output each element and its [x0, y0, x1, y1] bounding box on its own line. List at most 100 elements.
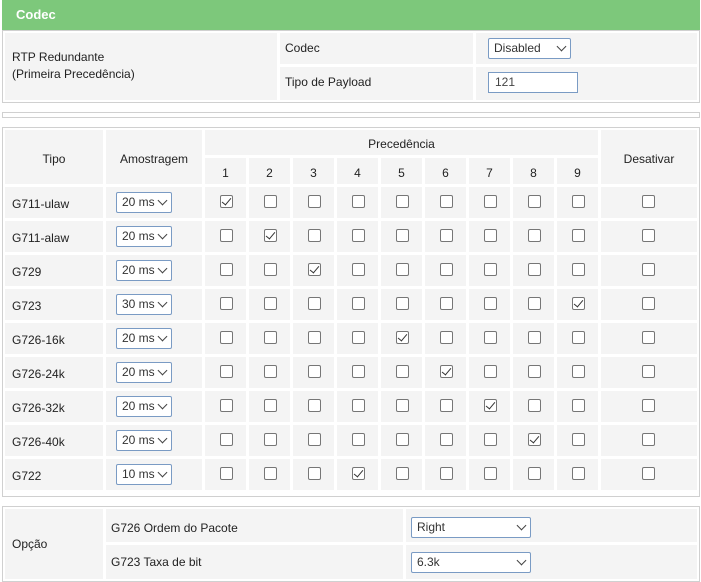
- precedence-checkbox[interactable]: [220, 229, 233, 242]
- precedence-checkbox[interactable]: [440, 399, 453, 412]
- sampling-select[interactable]: 20 ms: [116, 430, 172, 451]
- precedence-checkbox[interactable]: [528, 399, 541, 412]
- sampling-select[interactable]: 20 ms: [116, 260, 172, 281]
- sampling-select[interactable]: 10 ms: [116, 464, 172, 485]
- precedence-checkbox[interactable]: [352, 263, 365, 276]
- precedence-checkbox[interactable]: [264, 399, 277, 412]
- precedence-checkbox[interactable]: [572, 365, 585, 378]
- precedence-checkbox[interactable]: [352, 433, 365, 446]
- precedence-checkbox[interactable]: [308, 365, 321, 378]
- packet-order-select[interactable]: Right: [411, 517, 531, 538]
- precedence-checkbox[interactable]: [484, 365, 497, 378]
- precedence-checkbox[interactable]: [352, 365, 365, 378]
- disable-checkbox[interactable]: [642, 399, 655, 412]
- precedence-checkbox[interactable]: [396, 263, 409, 276]
- precedence-checkbox[interactable]: [220, 467, 233, 480]
- precedence-checkbox[interactable]: [440, 331, 453, 344]
- precedence-checkbox[interactable]: [572, 399, 585, 412]
- bitrate-select[interactable]: 6.3k: [411, 552, 531, 573]
- precedence-checkbox[interactable]: [528, 229, 541, 242]
- precedence-checkbox[interactable]: [572, 433, 585, 446]
- precedence-checkbox[interactable]: [264, 195, 277, 208]
- sampling-select[interactable]: 20 ms: [116, 328, 172, 349]
- precedence-checkbox[interactable]: [440, 365, 453, 378]
- precedence-checkbox[interactable]: [528, 331, 541, 344]
- precedence-checkbox[interactable]: [396, 297, 409, 310]
- precedence-checkbox[interactable]: [484, 399, 497, 412]
- precedence-checkbox[interactable]: [308, 399, 321, 412]
- precedence-checkbox[interactable]: [440, 467, 453, 480]
- precedence-checkbox[interactable]: [264, 229, 277, 242]
- precedence-checkbox[interactable]: [484, 433, 497, 446]
- precedence-checkbox[interactable]: [220, 297, 233, 310]
- precedence-checkbox[interactable]: [396, 229, 409, 242]
- precedence-checkbox[interactable]: [440, 263, 453, 276]
- precedence-checkbox[interactable]: [484, 263, 497, 276]
- precedence-checkbox[interactable]: [484, 195, 497, 208]
- precedence-checkbox[interactable]: [264, 331, 277, 344]
- precedence-checkbox[interactable]: [308, 229, 321, 242]
- precedence-checkbox[interactable]: [440, 297, 453, 310]
- precedence-checkbox[interactable]: [396, 399, 409, 412]
- disable-checkbox[interactable]: [642, 297, 655, 310]
- disable-checkbox[interactable]: [642, 195, 655, 208]
- precedence-checkbox[interactable]: [440, 433, 453, 446]
- precedence-checkbox[interactable]: [396, 331, 409, 344]
- precedence-checkbox[interactable]: [440, 195, 453, 208]
- precedence-checkbox[interactable]: [308, 433, 321, 446]
- precedence-checkbox[interactable]: [264, 297, 277, 310]
- precedence-checkbox[interactable]: [352, 399, 365, 412]
- precedence-checkbox[interactable]: [484, 229, 497, 242]
- precedence-checkbox[interactable]: [264, 263, 277, 276]
- precedence-checkbox[interactable]: [572, 195, 585, 208]
- precedence-checkbox[interactable]: [528, 365, 541, 378]
- disable-checkbox[interactable]: [642, 331, 655, 344]
- precedence-checkbox[interactable]: [352, 467, 365, 480]
- precedence-checkbox[interactable]: [572, 467, 585, 480]
- precedence-checkbox[interactable]: [352, 229, 365, 242]
- precedence-checkbox[interactable]: [220, 195, 233, 208]
- precedence-checkbox[interactable]: [220, 331, 233, 344]
- precedence-checkbox[interactable]: [572, 263, 585, 276]
- precedence-checkbox[interactable]: [308, 467, 321, 480]
- precedence-checkbox[interactable]: [264, 433, 277, 446]
- sampling-select[interactable]: 20 ms: [116, 192, 172, 213]
- precedence-checkbox[interactable]: [352, 331, 365, 344]
- precedence-checkbox[interactable]: [572, 297, 585, 310]
- precedence-checkbox[interactable]: [352, 297, 365, 310]
- precedence-checkbox[interactable]: [528, 433, 541, 446]
- disable-checkbox[interactable]: [642, 467, 655, 480]
- payload-type-input[interactable]: 121: [488, 72, 578, 93]
- precedence-checkbox[interactable]: [264, 365, 277, 378]
- precedence-checkbox[interactable]: [220, 433, 233, 446]
- disable-checkbox[interactable]: [642, 263, 655, 276]
- precedence-checkbox[interactable]: [308, 331, 321, 344]
- sampling-select[interactable]: 30 ms: [116, 294, 172, 315]
- precedence-checkbox[interactable]: [308, 195, 321, 208]
- disable-checkbox[interactable]: [642, 365, 655, 378]
- disable-checkbox[interactable]: [642, 229, 655, 242]
- sampling-select[interactable]: 20 ms: [116, 362, 172, 383]
- precedence-checkbox[interactable]: [528, 195, 541, 208]
- precedence-checkbox[interactable]: [572, 229, 585, 242]
- precedence-checkbox[interactable]: [220, 365, 233, 378]
- precedence-checkbox[interactable]: [528, 263, 541, 276]
- precedence-checkbox[interactable]: [528, 297, 541, 310]
- precedence-checkbox[interactable]: [484, 467, 497, 480]
- precedence-checkbox[interactable]: [352, 195, 365, 208]
- precedence-checkbox[interactable]: [264, 467, 277, 480]
- precedence-checkbox[interactable]: [220, 399, 233, 412]
- precedence-checkbox[interactable]: [572, 331, 585, 344]
- precedence-checkbox[interactable]: [396, 365, 409, 378]
- precedence-checkbox[interactable]: [484, 297, 497, 310]
- disable-checkbox[interactable]: [642, 433, 655, 446]
- sampling-select[interactable]: 20 ms: [116, 396, 172, 417]
- precedence-checkbox[interactable]: [396, 433, 409, 446]
- precedence-checkbox[interactable]: [396, 195, 409, 208]
- precedence-checkbox[interactable]: [484, 331, 497, 344]
- precedence-checkbox[interactable]: [220, 263, 233, 276]
- rtp-codec-select[interactable]: Disabled: [488, 38, 571, 59]
- sampling-select[interactable]: 20 ms: [116, 226, 172, 247]
- precedence-checkbox[interactable]: [396, 467, 409, 480]
- precedence-checkbox[interactable]: [308, 297, 321, 310]
